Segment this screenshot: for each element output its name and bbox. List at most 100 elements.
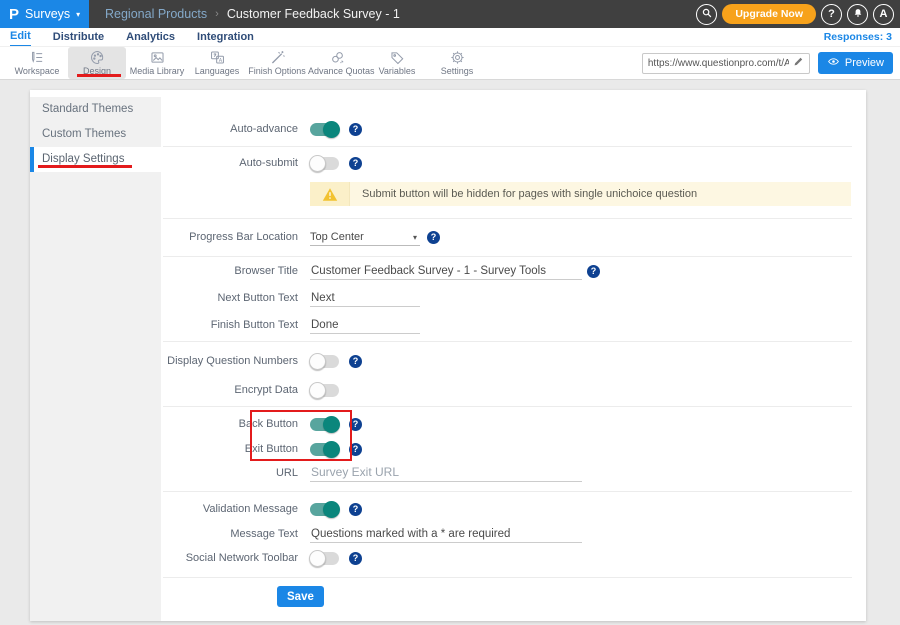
sidebar-item-standard-themes[interactable]: Standard Themes [30,97,161,122]
validation-message-label: Validation Message [161,501,298,518]
edit-pencil-icon[interactable] [793,54,804,72]
header-actions: Upgrade Now ? A [696,4,900,25]
finish-button-text-label: Finish Button Text [161,317,298,334]
setting-row-message-text: Message Text [161,526,866,543]
auto-advance-toggle[interactable] [310,123,339,136]
setting-row-auto-submit: Auto-submit? [161,155,866,172]
browser-title-input[interactable] [310,263,582,280]
responses-count[interactable]: Responses: 3 [824,31,892,43]
chevron-down-icon: ▾ [413,229,417,246]
setting-row-social-network-toolbar: Social Network Toolbar? [161,550,866,567]
help-icon[interactable]: ? [349,123,362,136]
validation-message-toggle[interactable] [310,503,339,516]
display-settings-panel: Auto-advance? Auto-submit? Submit button… [161,90,866,621]
setting-row-validation-message: Validation Message? [161,501,866,518]
message-text-label: Message Text [161,526,298,543]
chevron-down-icon: ▾ [76,10,80,19]
browser-title-label: Browser Title [161,263,298,280]
auto-submit-toggle[interactable] [310,157,339,170]
encrypt-data-label: Encrypt Data [161,382,298,399]
toolbar-item-settings[interactable]: Settings [428,47,486,79]
exit-url-input[interactable] [310,465,582,482]
breadcrumb: Regional Products › Customer Feedback Su… [105,7,400,21]
notifications-button[interactable] [847,4,868,25]
social-network-toolbar-label: Social Network Toolbar [161,550,298,567]
divider [163,491,852,492]
preview-button[interactable]: Preview [818,52,893,74]
next-button-text-label: Next Button Text [161,290,298,307]
advance-quotas-icon [308,49,366,66]
nav-tab-distribute[interactable]: Distribute [53,29,104,46]
setting-row-finish-button-text: Finish Button Text [161,317,866,334]
svg-text:A: A [218,58,222,64]
setting-row-auto-advance: Auto-advance? [161,121,866,138]
auto-advance-label: Auto-advance [161,121,298,138]
setting-row-browser-title: Browser Title? [161,263,866,280]
help-menu-button[interactable]: ? [821,4,842,25]
setting-row-encrypt-data: Encrypt Data [161,382,866,399]
divider [163,256,852,257]
exit-url-label: URL [161,465,298,482]
toolbar-item-finish-options[interactable]: Finish Options [248,47,306,79]
settings-icon [428,49,486,66]
search-icon [701,7,713,22]
save-button[interactable]: Save [277,586,324,607]
eye-icon [827,55,840,71]
display-settings-card: Standard Themes Custom Themes Display Se… [30,90,866,621]
progress-bar-location-label: Progress Bar Location [161,229,298,246]
design-sidebar: Standard Themes Custom Themes Display Se… [30,97,161,621]
languages-icon: A [188,49,246,66]
divider [163,406,852,407]
upgrade-now-button[interactable]: Upgrade Now [722,4,816,24]
annotation-display-settings-underline [38,165,132,168]
bell-icon [852,7,864,22]
edit-toolbar: Workspace Design Media Library A Languag… [0,47,900,80]
next-button-text-input[interactable] [310,290,420,307]
nav-tab-analytics[interactable]: Analytics [126,29,175,46]
help-icon[interactable]: ? [349,552,362,565]
warning-icon [310,182,350,206]
nav-tab-edit[interactable]: Edit [10,28,31,46]
survey-url-input[interactable] [648,58,789,69]
breadcrumb-parent[interactable]: Regional Products [105,7,207,21]
help-icon[interactable]: ? [349,503,362,516]
finish-button-text-input[interactable] [310,317,420,334]
workspace-icon [8,49,66,66]
sidebar-item-custom-themes[interactable]: Custom Themes [30,122,161,147]
setting-row-exit-url: URL [161,465,866,482]
message-text-input[interactable] [310,526,582,543]
toolbar-item-variables[interactable]: Variables [368,47,426,79]
nav-tab-integration[interactable]: Integration [197,29,254,46]
sidebar-item-display-settings[interactable]: Display Settings [30,147,161,172]
display-question-numbers-toggle[interactable] [310,355,339,368]
progress-bar-location-select[interactable]: Top Center▾ [310,229,420,246]
setting-row-progress-bar-location: Progress Bar Location Top Center▾? [161,229,866,246]
finish-options-icon [248,49,306,66]
breadcrumb-current: Customer Feedback Survey - 1 [227,7,400,21]
search-button[interactable] [696,4,717,25]
design-palette-icon [68,49,126,66]
warning-banner: Submit button will be hidden for pages w… [310,182,851,206]
avatar-button[interactable]: A [873,4,894,25]
social-network-toolbar-toggle[interactable] [310,552,339,565]
help-icon[interactable]: ? [349,157,362,170]
brand-product-label: Surveys [25,7,70,21]
toolbar-item-languages[interactable]: A Languages [188,47,246,79]
warning-text: Submit button will be hidden for pages w… [350,188,697,200]
toolbar-item-workspace[interactable]: Workspace [8,47,66,79]
toolbar-item-media-library[interactable]: Media Library [128,47,186,79]
divider [163,146,852,147]
help-icon[interactable]: ? [349,355,362,368]
divider [163,218,852,219]
toolbar-right: Preview [642,52,900,74]
encrypt-data-toggle[interactable] [310,384,339,397]
breadcrumb-separator-icon: › [215,8,219,20]
top-header: P Surveys ▾ Regional Products › Customer… [0,0,900,28]
annotation-design-underline [77,74,121,77]
survey-nav: Edit Distribute Analytics Integration Re… [0,28,900,47]
brand-menu[interactable]: P Surveys ▾ [0,0,89,28]
help-icon[interactable]: ? [427,231,440,244]
toolbar-item-advance-quotas[interactable]: Advance Quotas [308,47,366,79]
help-icon[interactable]: ? [587,265,600,278]
divider [163,577,852,578]
